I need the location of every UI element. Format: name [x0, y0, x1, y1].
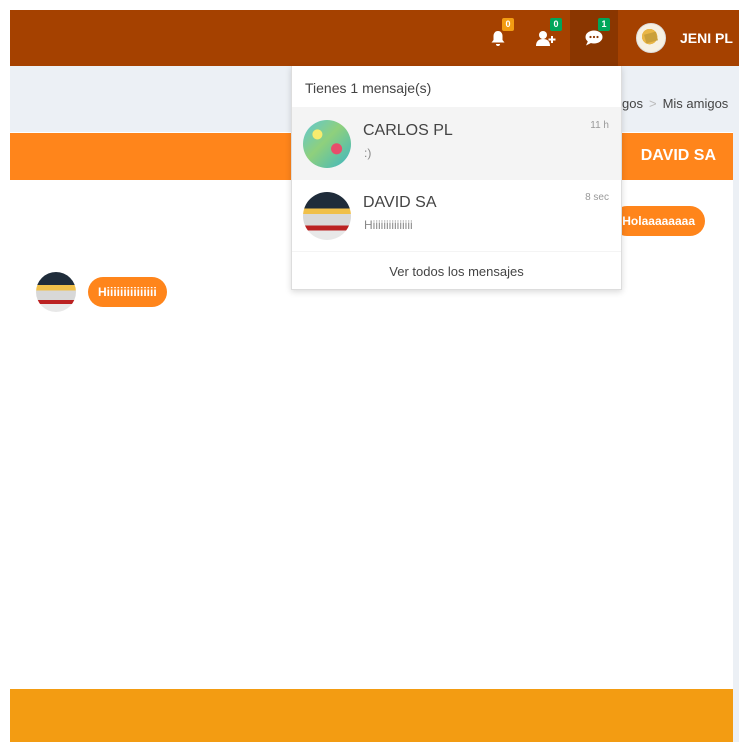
breadcrumb-item-mis-amigos[interactable]: Mis amigos — [663, 96, 729, 111]
message-time: 11 h — [590, 120, 609, 131]
contact-name: DAVID SA — [363, 194, 437, 211]
chat-title: DAVID SA — [640, 147, 716, 164]
breadcrumb: gos > Mis amigos — [622, 96, 728, 111]
contact-name: CARLOS PL — [363, 122, 453, 139]
chat-message-received: Hiiiiiiiiiiiiiii — [36, 272, 167, 312]
view-all-messages-link[interactable]: Ver todos los mensajes — [292, 252, 621, 279]
messages-button[interactable]: 1 — [570, 10, 618, 66]
page-scroll-edge — [733, 66, 739, 742]
chat-bubble-icon — [585, 30, 603, 46]
message-bubble: Hiiiiiiiiiiiiiii — [88, 277, 167, 307]
notifications-count-badge: 0 — [502, 18, 514, 31]
contact-avatar — [303, 192, 351, 240]
message-preview: :) — [364, 146, 372, 160]
message-bubble: Holaaaaaaaa — [612, 206, 705, 236]
messages-dropdown: Tienes 1 mensaje(s) CARLOS PL :) 11 h DA… — [291, 66, 622, 290]
top-navbar: 0 0 1 JENI PL — [10, 10, 739, 66]
user-menu[interactable]: JENI PL — [636, 10, 733, 66]
notifications-button[interactable]: 0 — [474, 10, 522, 66]
contact-avatar — [303, 120, 351, 168]
user-name: JENI PL — [680, 30, 733, 46]
bell-icon — [490, 30, 506, 47]
message-time: 8 sec — [585, 192, 609, 203]
breadcrumb-item-amigos[interactable]: gos — [622, 96, 643, 111]
breadcrumb-separator: > — [648, 96, 657, 111]
chat-footer — [10, 689, 733, 742]
sender-avatar — [36, 272, 76, 312]
message-item-carlos[interactable]: CARLOS PL :) 11 h — [292, 108, 621, 180]
message-item-david[interactable]: DAVID SA Hiiiiiiiiiiiiiii 8 sec — [292, 180, 621, 252]
dropdown-header: Tienes 1 mensaje(s) — [292, 66, 621, 108]
friend-requests-button[interactable]: 0 — [522, 10, 570, 66]
message-preview: Hiiiiiiiiiiiiiii — [364, 218, 413, 232]
messages-count-badge: 1 — [598, 18, 610, 31]
user-avatar — [636, 23, 666, 53]
add-user-icon — [536, 30, 556, 47]
friend-requests-count-badge: 0 — [550, 18, 562, 31]
